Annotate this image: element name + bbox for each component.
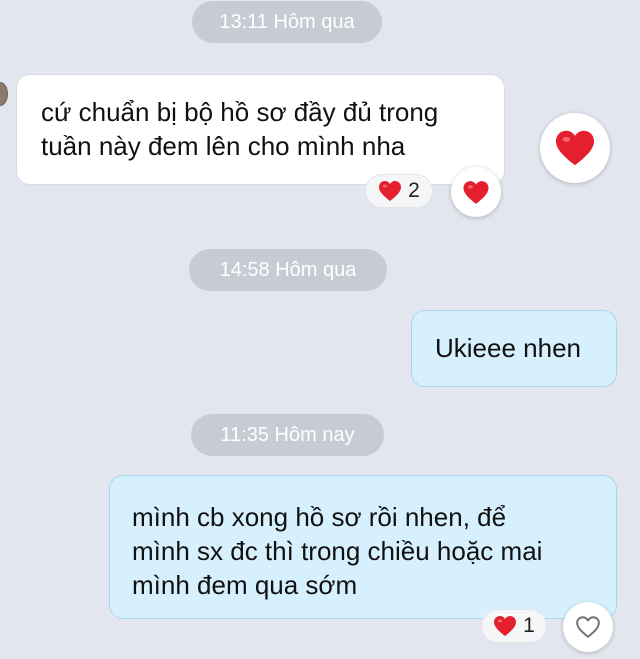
red-heart-icon bbox=[554, 129, 596, 167]
reaction-summary[interactable]: 2 bbox=[365, 174, 433, 208]
message-bubble-incoming[interactable]: cứ chuẩn bị bộ hồ sơ đầy đủ trong tuần n… bbox=[16, 74, 505, 185]
reaction-summary[interactable]: 1 bbox=[481, 609, 547, 643]
reaction-count: 1 bbox=[523, 614, 535, 637]
reaction-count: 2 bbox=[408, 179, 420, 202]
heart-outline-icon bbox=[575, 615, 601, 639]
message-line: mình cb xong hồ sơ rồi nhen, để bbox=[132, 502, 507, 532]
message-line: mình đem qua sớm bbox=[132, 570, 358, 600]
red-heart-icon bbox=[378, 180, 402, 202]
timestamp-divider: 13:11 Hôm qua bbox=[192, 1, 382, 43]
message-line: tuần này đem lên cho mình nha bbox=[41, 131, 406, 161]
react-button[interactable] bbox=[563, 602, 613, 652]
timestamp-divider: 11:35 Hôm nay bbox=[191, 414, 384, 456]
red-heart-icon bbox=[493, 615, 517, 637]
red-heart-icon bbox=[462, 180, 490, 205]
message-line: Ukieee nhen bbox=[435, 333, 581, 363]
react-button[interactable] bbox=[451, 167, 501, 217]
message-line: cứ chuẩn bị bộ hồ sơ đầy đủ trong bbox=[41, 97, 439, 127]
timestamp-divider: 14:58 Hôm qua bbox=[189, 249, 387, 291]
quick-reaction-button[interactable] bbox=[540, 113, 610, 183]
message-bubble-outgoing[interactable]: Ukieee nhen bbox=[411, 310, 617, 387]
avatar[interactable] bbox=[0, 82, 8, 106]
message-bubble-outgoing[interactable]: mình cb xong hồ sơ rồi nhen, để mình sx … bbox=[109, 475, 617, 619]
message-line: mình sx đc thì trong chiều hoặc mai bbox=[132, 536, 543, 566]
